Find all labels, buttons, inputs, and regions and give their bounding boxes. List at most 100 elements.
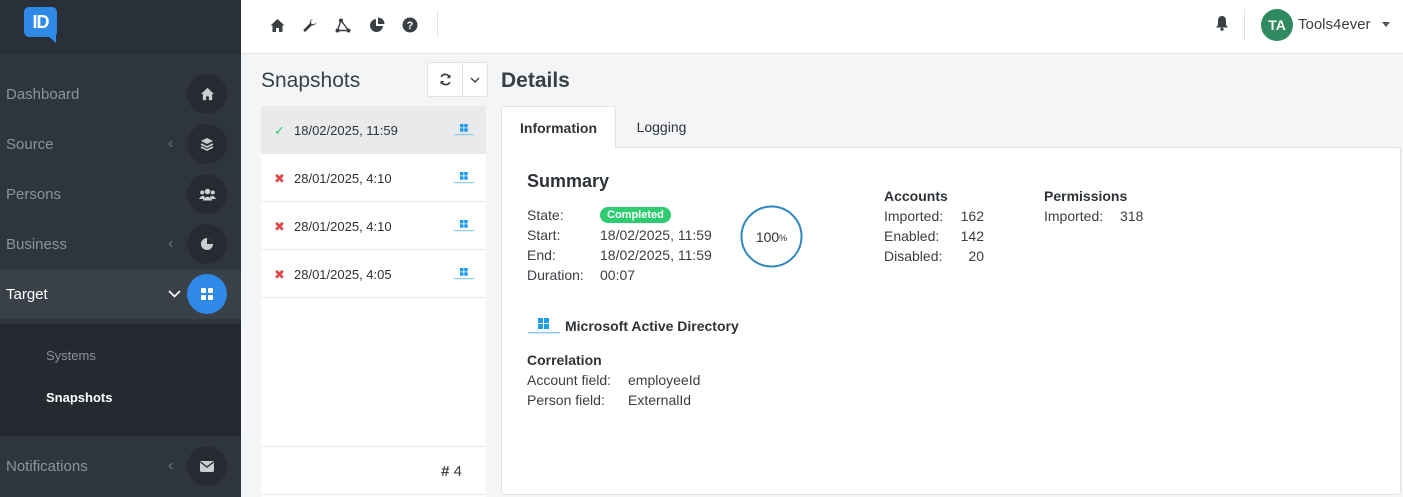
tab-logging[interactable]: Logging [619, 106, 704, 148]
refresh-button-group [427, 62, 488, 97]
state-label: State: [527, 207, 564, 223]
app-logo[interactable]: ID [24, 7, 57, 37]
windows-logo-icon [454, 124, 474, 136]
snapshot-list: ✓ 18/02/2025, 11:59 ✖ 28/01/2025, 4:10 ✖… [261, 106, 486, 497]
end-value: 18/02/2025, 11:59 [600, 247, 712, 263]
envelope-icon [187, 446, 227, 486]
account-field-label: Account field: [527, 372, 612, 388]
network-icon[interactable] [333, 15, 353, 35]
chevron-left-icon: ‹ [168, 135, 174, 152]
layers-icon [187, 124, 227, 164]
snapshot-row[interactable]: ✓ 18/02/2025, 11:59 [261, 106, 486, 154]
refresh-button[interactable] [428, 63, 462, 96]
subnav-item-systems[interactable]: Systems [46, 348, 96, 363]
refresh-options-dropdown[interactable] [462, 63, 487, 96]
snapshots-title: Snapshots [261, 69, 361, 92]
status-badge: Completed [600, 207, 671, 223]
check-icon: ✓ [274, 123, 285, 138]
tab-information[interactable]: Information [501, 106, 616, 148]
snapshot-row[interactable]: ✖ 28/01/2025, 4:10 [261, 154, 486, 202]
account-field-value: employeeId [628, 372, 701, 388]
person-field-value: ExternalId [628, 392, 692, 408]
sidebar-item-label: Persons [6, 185, 62, 203]
snapshot-date: 28/01/2025, 4:10 [294, 171, 392, 186]
chevron-left-icon: ‹ [168, 457, 174, 474]
caret-down-icon[interactable] [1382, 22, 1390, 27]
refresh-icon [439, 73, 451, 86]
system-name: Microsoft Active Directory [565, 318, 739, 334]
windows-logo-icon [454, 220, 474, 232]
accounts-disabled-value: 20 [968, 248, 984, 264]
user-name[interactable]: Tools4ever [1298, 16, 1371, 33]
accounts-enabled-value: 142 [960, 228, 984, 244]
information-panel: Summary State: Completed Start: 18/02/20… [501, 147, 1401, 495]
sidebar-item-source[interactable]: Source ‹ [0, 119, 241, 169]
pie-icon [187, 224, 227, 264]
sidebar-item-label: Business [6, 235, 67, 253]
chevron-down-icon [470, 77, 480, 83]
chart-pie-icon[interactable] [367, 15, 387, 35]
windows-logo-icon [528, 318, 560, 334]
permissions-imported-value: 318 [1120, 208, 1144, 224]
summary-title: Summary [527, 171, 610, 191]
home-icon [187, 74, 227, 114]
chevron-down-icon [168, 285, 181, 303]
progress-value: 100% [740, 205, 803, 268]
avatar[interactable]: TA [1261, 9, 1293, 41]
snapshot-date: 28/01/2025, 4:05 [294, 267, 392, 282]
duration-label: Duration: [527, 267, 584, 283]
close-icon: ✖ [274, 267, 285, 282]
accounts-title: Accounts [884, 188, 948, 204]
snapshot-date: 28/01/2025, 4:10 [294, 219, 392, 234]
sidebar-item-notifications[interactable]: Notifications ‹ [0, 441, 241, 491]
accounts-disabled-label: Disabled: [884, 248, 943, 264]
sidebar-item-dashboard[interactable]: Dashboard [0, 69, 241, 119]
wrench-icon[interactable] [300, 15, 320, 35]
toolbar-divider [1244, 9, 1245, 40]
logo-tail [46, 34, 56, 43]
accounts-imported-value: 162 [960, 208, 984, 224]
hash-icon: # [441, 463, 450, 480]
windows-logo-icon [454, 268, 474, 280]
grid-icon [187, 274, 227, 314]
sidebar-item-label: Source [6, 135, 54, 153]
correlation-title: Correlation [527, 352, 602, 368]
home-icon[interactable] [267, 15, 287, 35]
snapshot-date: 18/02/2025, 11:59 [294, 123, 398, 138]
toolbar-divider [437, 11, 438, 38]
bell-icon[interactable] [1212, 13, 1232, 33]
start-label: Start: [527, 227, 561, 243]
sidebar-item-target[interactable]: Target [0, 269, 241, 319]
svg-text:?: ? [407, 20, 414, 32]
duration-value: 00:07 [600, 267, 636, 283]
accounts-enabled-label: Enabled: [884, 228, 940, 244]
snapshot-row[interactable]: ✖ 28/01/2025, 4:05 [261, 250, 486, 298]
top-bar: ? TA Tools4ever [241, 0, 1403, 54]
help-icon[interactable]: ? [400, 15, 420, 35]
sidebar-item-label: Dashboard [6, 85, 80, 103]
sidebar-item-persons[interactable]: Persons [0, 169, 241, 219]
sidebar-item-label: Notifications [6, 457, 88, 475]
sidebar-item-label: Target [6, 285, 48, 303]
accounts-imported-label: Imported: [884, 208, 944, 224]
sidebar: ID Dashboard Source ‹ Persons Business ‹… [0, 0, 241, 497]
snapshot-count: # 4 [441, 463, 462, 480]
target-subnav: Systems Snapshots [0, 324, 241, 436]
chevron-left-icon: ‹ [168, 235, 174, 252]
close-icon: ✖ [274, 219, 285, 234]
start-value: 18/02/2025, 11:59 [600, 227, 712, 243]
users-icon [187, 174, 227, 214]
windows-logo-icon [454, 172, 474, 184]
sidebar-item-business[interactable]: Business ‹ [0, 219, 241, 269]
close-icon: ✖ [274, 171, 285, 186]
subnav-item-snapshots[interactable]: Snapshots [46, 390, 112, 405]
snapshot-row[interactable]: ✖ 28/01/2025, 4:10 [261, 202, 486, 250]
progress-number: 100 [755, 228, 780, 245]
snapshot-count-value: 4 [453, 463, 462, 480]
logo-area: ID [0, 0, 241, 54]
progress-unit: % [779, 232, 788, 243]
end-label: End: [527, 247, 556, 263]
person-field-label: Person field: [527, 392, 605, 408]
details-title: Details [501, 69, 570, 92]
permissions-imported-label: Imported: [1044, 208, 1104, 224]
